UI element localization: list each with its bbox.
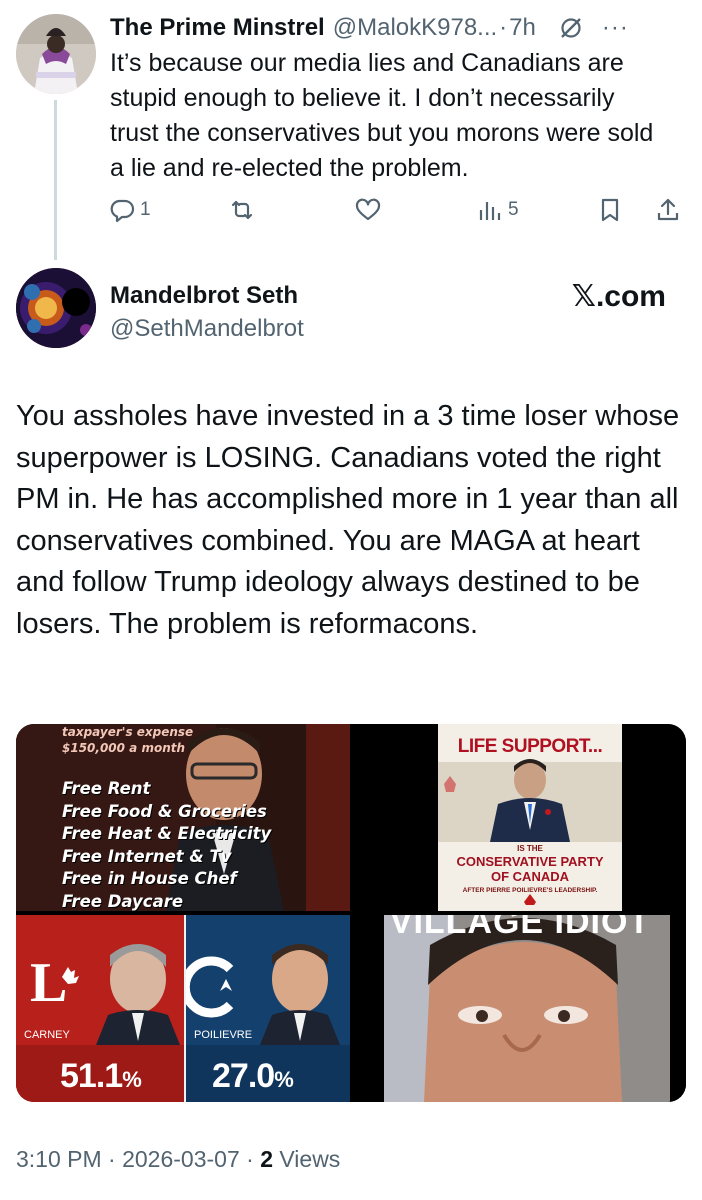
media-grid: taxpayer's expense $150,000 a month Free…: [16, 724, 686, 1102]
views-count: 5: [508, 199, 519, 220]
post-avatar[interactable]: [16, 268, 96, 348]
tile1-perk-item: Free Internet & Tv: [62, 846, 232, 866]
svg-text:L: L: [30, 952, 67, 1014]
tile1-perk-item: Free Daycare: [62, 891, 184, 911]
post-author-handle[interactable]: @SethMandelbrot: [110, 315, 304, 343]
tile3-carney-pct-value: 51.1: [60, 1057, 123, 1095]
tile1-perk-item: Free Food & Groceries: [62, 801, 267, 821]
reply-author-handle[interactable]: @MalokK978...: [333, 14, 497, 42]
tile2-title: LIFE SUPPORT...: [457, 736, 603, 757]
tile2-party-line2: OF CANADA: [491, 869, 569, 884]
tile1-top-line1: taxpayer's expense: [62, 725, 194, 739]
views-button[interactable]: 5: [476, 196, 519, 224]
tile1-perk-item: Free Heat & Electricity: [62, 824, 272, 843]
media-image-free-perks[interactable]: taxpayer's expense $150,000 a month Free…: [16, 724, 350, 911]
reply-avatar[interactable]: [16, 14, 96, 94]
tile2-party: CONSERVATIVE PARTY OF CANADA: [438, 854, 622, 884]
tile3-poilievre-label: POILIEVRE: [194, 1029, 253, 1041]
media-image-life-support[interactable]: LIFE SUPPORT... IS THE CONSERVATIVE PART…: [354, 724, 686, 911]
retweet-button[interactable]: [228, 196, 256, 224]
tile3-carney-panel: L CARNEY 51.1%: [16, 915, 184, 1102]
like-icon: [355, 198, 381, 221]
tile3-poilievre-panel: POILIEVRE 27.0%: [186, 915, 350, 1102]
post-text: You assholes have invested in a 3 time l…: [16, 400, 680, 640]
tile3-pct-sign: %: [274, 1067, 294, 1092]
media-image-village-idiot[interactable]: VILLAGE IDIOT: [354, 915, 686, 1102]
tile1-top-line2: $150,000 a month: [62, 741, 186, 755]
x-com-watermark: 𝕏.com: [571, 280, 666, 313]
bookmark-button[interactable]: [596, 196, 624, 224]
like-button[interactable]: [354, 196, 382, 224]
tile1-perk-item: Free in House Chef: [62, 869, 237, 888]
retweet-icon: [231, 200, 253, 220]
tile3-carney-pct: 51.1%: [60, 1057, 142, 1096]
tile1-perk-item: Free Rent: [62, 779, 151, 798]
tile3-pct-sign: %: [122, 1067, 142, 1092]
reply-icon: [110, 199, 135, 223]
views-icon: [479, 202, 501, 220]
post-views-label[interactable]: Views: [273, 1146, 340, 1172]
tile3-poilievre-pct: 27.0%: [212, 1057, 294, 1096]
more-icon[interactable]: ···: [602, 14, 629, 42]
reply-tweet[interactable]: The Prime Minstrel @MalokK978... · 7h ··…: [110, 12, 688, 186]
grok-icon[interactable]: [558, 15, 584, 41]
tile1-perk-list: Free Rent Free Food & Groceries Free Hea…: [62, 778, 271, 911]
tile2-is-the: IS THE: [517, 844, 543, 853]
media-image-poll-result[interactable]: L CARNEY 51.1% POILIEVRE 27.0%: [16, 915, 350, 1102]
share-icon: [657, 198, 679, 221]
reply-separator: ·: [499, 14, 508, 41]
post-views-number[interactable]: 2: [260, 1146, 273, 1172]
bookmark-icon: [601, 198, 619, 222]
tile4-caption: VILLAGE IDIOT: [389, 915, 651, 941]
tile2-poster: LIFE SUPPORT... IS THE CONSERVATIVE PART…: [438, 724, 622, 911]
tile1-top-text: taxpayer's expense $150,000 a month: [62, 724, 193, 756]
tile2-after: AFTER PIERRE POILIEVRE'S LEADERSHIP.: [462, 887, 598, 894]
thread-line: [54, 100, 57, 260]
reply-text: It’s because our media lies and Canadian…: [110, 49, 654, 182]
tile3-poilievre-pct-value: 27.0: [212, 1057, 275, 1095]
post-timestamp[interactable]: 3:10 PM · 2026-03-07 ·: [16, 1146, 260, 1172]
reply-author-name[interactable]: The Prime Minstrel: [110, 14, 325, 42]
tile2-party-line1: CONSERVATIVE PARTY: [456, 854, 604, 869]
reply-header: The Prime Minstrel @MalokK978... · 7h ··…: [110, 12, 688, 44]
reply-action-bar: 1 5: [108, 196, 688, 226]
post-meta: 3:10 PM · 2026-03-07 · 2 Views: [16, 1146, 340, 1173]
post-author-name[interactable]: Mandelbrot Seth: [110, 282, 298, 310]
share-button[interactable]: [654, 196, 682, 224]
reply-count: 1: [140, 199, 151, 220]
tile3-carney-label: CARNEY: [24, 1029, 70, 1041]
reply-button[interactable]: 1: [108, 196, 151, 224]
reply-time[interactable]: 7h: [509, 14, 536, 42]
